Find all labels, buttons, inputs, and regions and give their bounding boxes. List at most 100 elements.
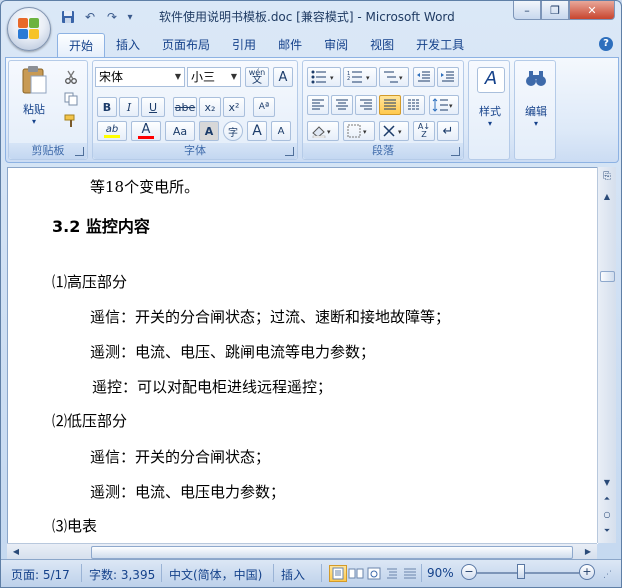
show-hide-button[interactable]: ▾: [379, 121, 409, 141]
character-border-button[interactable]: A: [273, 67, 293, 87]
character-shading-button[interactable]: A: [199, 121, 219, 141]
document-line[interactable]: ⑶电表: [52, 515, 97, 536]
multilevel-list-button[interactable]: ▾: [379, 67, 409, 87]
insert-mode[interactable]: 插入: [281, 566, 305, 583]
align-center-button[interactable]: [331, 95, 353, 115]
document-line[interactable]: 遥测：电流、电压、跳闸电流等电力参数；: [90, 341, 375, 362]
scroll-down-icon[interactable]: ▼: [598, 475, 616, 491]
outline-view-icon[interactable]: [383, 565, 401, 582]
customize-qat-icon[interactable]: ▾: [125, 8, 135, 26]
restore-button[interactable]: ❐: [541, 1, 569, 20]
grow-font-button[interactable]: A: [247, 121, 267, 141]
section-heading[interactable]: 3.2 监控内容: [52, 213, 150, 237]
zoom-slider-track[interactable]: [477, 572, 579, 574]
minimize-button[interactable]: –: [513, 1, 541, 20]
bold-button[interactable]: B: [97, 97, 117, 117]
full-screen-reading-view-icon[interactable]: [347, 565, 365, 582]
tab-view[interactable]: 视图: [359, 33, 405, 57]
undo-icon[interactable]: ↶: [81, 8, 99, 26]
paste-button[interactable]: 粘贴: [15, 101, 53, 117]
document-line[interactable]: 遥控：可以对配电柜进线远程遥控；: [92, 376, 332, 397]
save-icon[interactable]: [59, 8, 77, 26]
subscript-button[interactable]: x₂: [199, 97, 221, 117]
vertical-scrollbar[interactable]: ⎘ ▲ ▼ ⏶ ○ ⏷: [597, 167, 616, 543]
justify-button[interactable]: [379, 95, 401, 115]
document-line[interactable]: ⑵低压部分: [52, 410, 127, 431]
help-icon[interactable]: ?: [599, 37, 613, 51]
document-line[interactable]: ⑴高压部分: [52, 271, 127, 292]
clipboard-launcher-icon[interactable]: [75, 147, 84, 156]
numbering-button[interactable]: 1 2 ▾: [343, 67, 377, 87]
cut-icon[interactable]: [61, 67, 81, 87]
highlight-button[interactable]: ab: [97, 121, 127, 141]
word-count[interactable]: 字数: 3,395: [89, 566, 155, 583]
styles-group[interactable]: A 样式 ▾: [468, 60, 510, 160]
bullets-button[interactable]: ▾: [307, 67, 341, 87]
zoom-in-icon[interactable]: +: [579, 564, 595, 580]
tab-page-layout[interactable]: 页面布局: [151, 33, 221, 57]
zoom-out-icon[interactable]: −: [461, 564, 477, 580]
copy-icon[interactable]: [61, 89, 81, 109]
font-name-combo[interactable]: 宋体 ▼: [95, 67, 185, 87]
document-line[interactable]: 遥测：电流、电压电力参数；: [90, 481, 285, 502]
tab-developer[interactable]: 开发工具: [405, 33, 475, 57]
tab-insert[interactable]: 插入: [105, 33, 151, 57]
document-line[interactable]: 遥信：开关的分合闸状态；: [90, 446, 270, 467]
font-name-dropdown-icon[interactable]: ▼: [175, 68, 181, 86]
zoom-level[interactable]: 90%: [427, 566, 454, 580]
paste-icon[interactable]: [19, 65, 49, 95]
document-area[interactable]: 等18个变电所。 3.2 监控内容 ⑴高压部分 遥信：开关的分合闸状态；过流、速…: [7, 167, 598, 544]
next-page-icon[interactable]: ⏷: [598, 523, 616, 539]
print-layout-view-icon[interactable]: [329, 565, 347, 582]
tab-review[interactable]: 审阅: [313, 33, 359, 57]
tab-mailings[interactable]: 邮件: [267, 33, 313, 57]
redo-icon[interactable]: ↷: [103, 8, 121, 26]
paragraph-mark-button[interactable]: ↵: [437, 121, 459, 141]
font-size-combo[interactable]: 小三 ▼: [187, 67, 241, 87]
shading-button[interactable]: ▾: [307, 121, 339, 141]
zoom-slider-thumb[interactable]: [517, 564, 525, 579]
line-spacing-button[interactable]: ▾: [429, 95, 459, 115]
sort-button[interactable]: A↓ Z: [413, 121, 435, 141]
vertical-scroll-thumb[interactable]: [600, 271, 615, 282]
draft-view-icon[interactable]: [401, 565, 419, 582]
web-layout-view-icon[interactable]: [365, 565, 383, 582]
font-color-button[interactable]: A: [131, 121, 161, 141]
ruler-toggle-icon[interactable]: ⎘: [598, 169, 616, 185]
document-line[interactable]: 遥信：开关的分合闸状态；过流、速断和接地故障等；: [90, 306, 450, 327]
horizontal-scroll-thumb[interactable]: [91, 546, 573, 559]
clear-formatting-button[interactable]: Aª: [253, 97, 275, 117]
shrink-font-button[interactable]: A: [271, 121, 291, 141]
page-indicator[interactable]: 页面: 5/17: [11, 566, 70, 583]
phonetic-guide-button[interactable]: wén 文: [245, 67, 269, 87]
font-size-dropdown-icon[interactable]: ▼: [231, 68, 237, 86]
scroll-up-icon[interactable]: ▲: [598, 189, 616, 205]
document-line[interactable]: 等18个变电所。: [90, 176, 199, 197]
close-button[interactable]: ✕: [569, 1, 615, 20]
underline-button[interactable]: U: [141, 97, 165, 117]
distributed-button[interactable]: [403, 95, 425, 115]
paragraph-launcher-icon[interactable]: [451, 147, 460, 156]
align-right-button[interactable]: [355, 95, 377, 115]
increase-indent-button[interactable]: [437, 67, 459, 87]
previous-page-icon[interactable]: ⏶: [598, 491, 616, 507]
format-painter-icon[interactable]: [61, 111, 81, 131]
select-browse-object-icon[interactable]: ○: [598, 507, 616, 523]
office-button[interactable]: [7, 7, 51, 51]
superscript-button[interactable]: x²: [223, 97, 245, 117]
paste-dropdown-icon[interactable]: ▾: [15, 117, 53, 126]
enclose-characters-button[interactable]: 字: [223, 121, 243, 141]
scroll-right-icon[interactable]: ▶: [579, 544, 597, 560]
tab-home[interactable]: 开始: [57, 33, 106, 58]
language-indicator[interactable]: 中文(简体，中国): [169, 566, 262, 583]
italic-button[interactable]: I: [119, 97, 139, 117]
align-left-button[interactable]: [307, 95, 329, 115]
change-case-button[interactable]: Aa: [165, 121, 195, 141]
strikethrough-button[interactable]: abe: [173, 97, 197, 117]
borders-button[interactable]: ▾: [343, 121, 375, 141]
resize-grip-icon[interactable]: ⋰: [603, 570, 612, 580]
editing-group[interactable]: 编辑 ▾: [514, 60, 556, 160]
horizontal-scrollbar[interactable]: ◀ ▶: [7, 543, 597, 560]
scroll-left-icon[interactable]: ◀: [7, 544, 25, 560]
tab-references[interactable]: 引用: [221, 33, 267, 57]
